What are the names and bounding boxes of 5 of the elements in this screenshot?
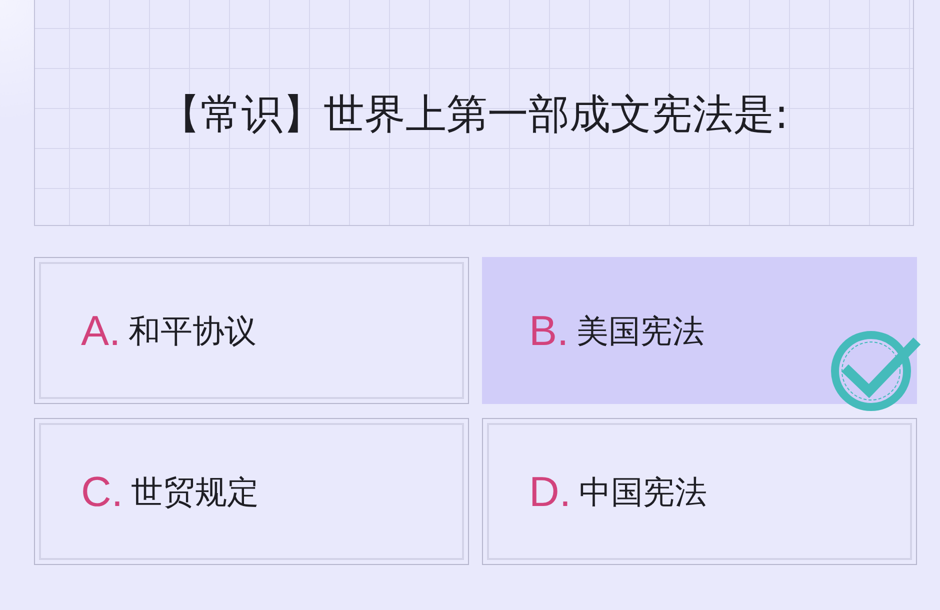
question-text: 【常识】世界上第一部成文宪法是: [160,90,788,140]
answer-option[interactable]: D. 中国宪法 [482,418,917,565]
answer-option[interactable]: A. 和平协议 [34,257,469,404]
answer-option[interactable]: B. 美国宪法 [482,257,917,404]
answer-option[interactable]: C. 世贸规定 [34,418,469,565]
